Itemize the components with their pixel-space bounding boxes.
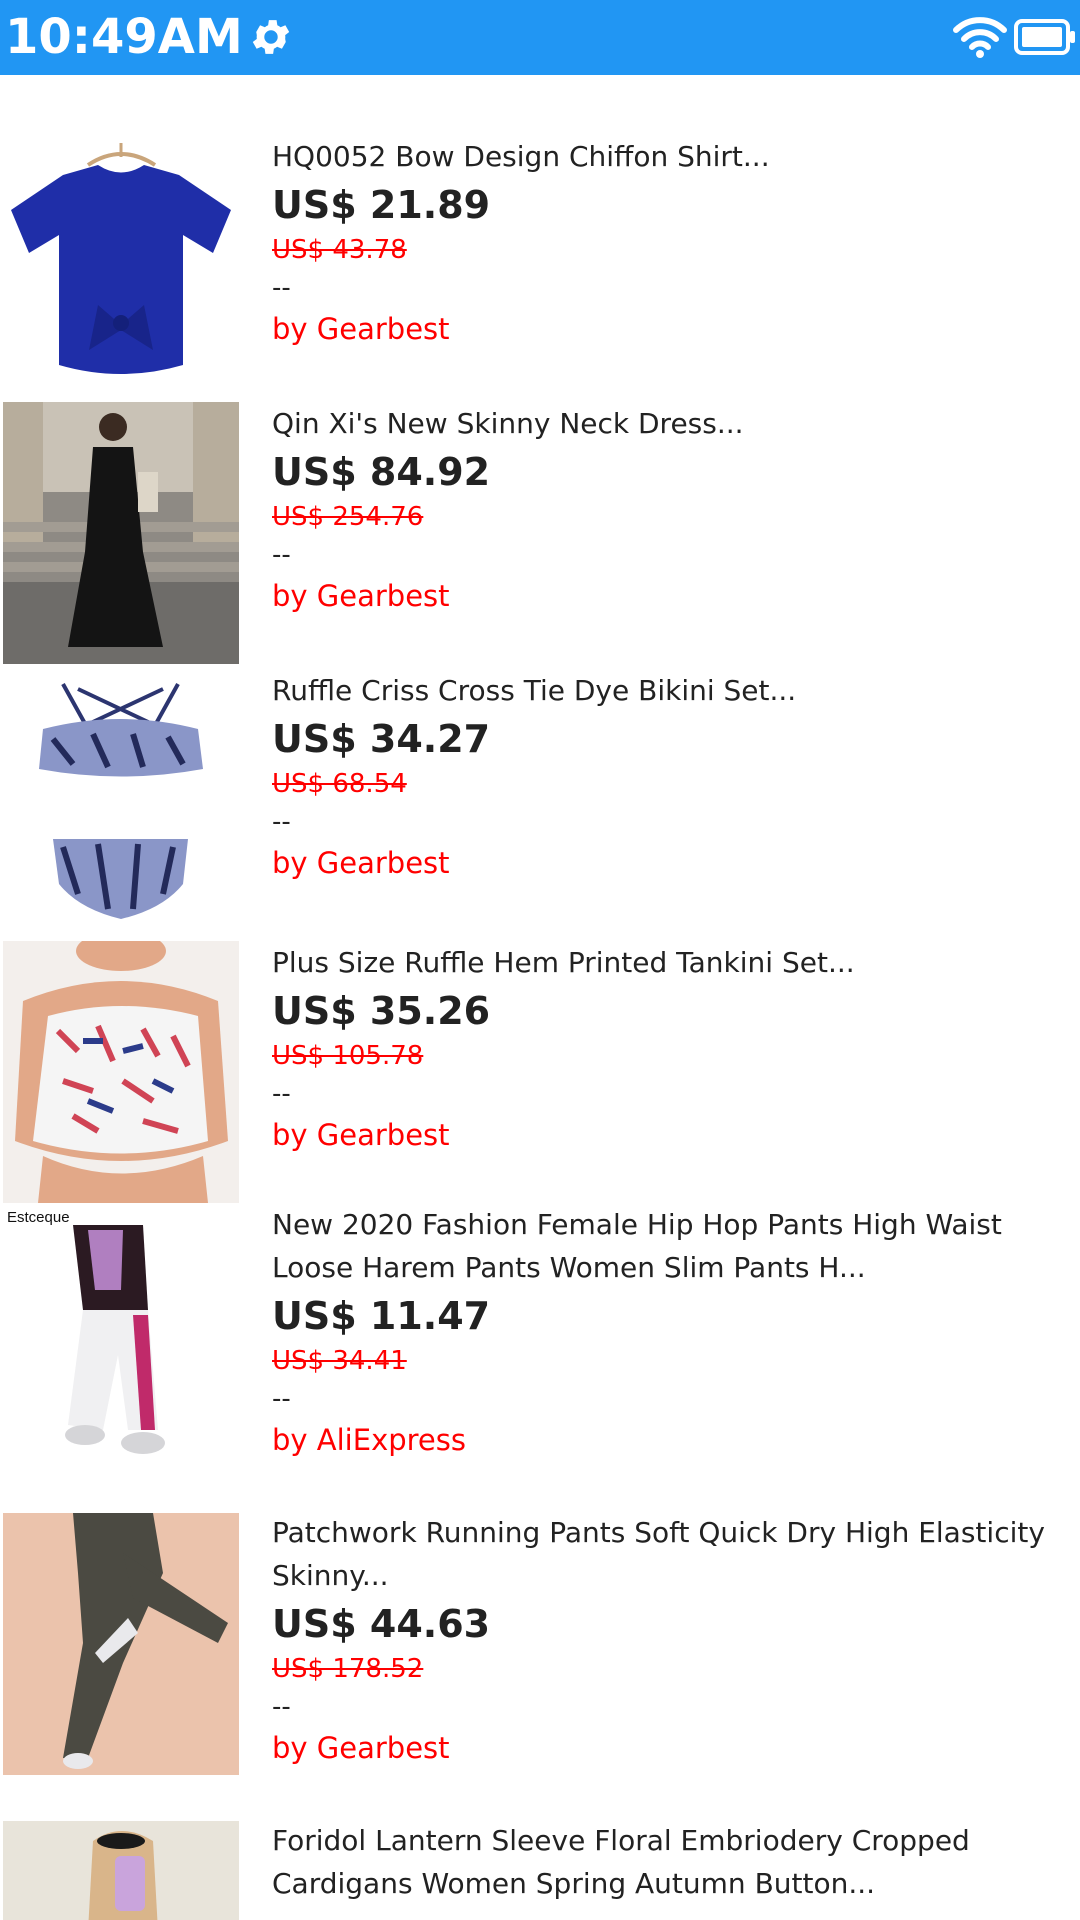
list-item[interactable]: Estceque New 2020 Fashion Female Hip Hop… xyxy=(0,1205,1080,1505)
list-item[interactable]: HQ0052 Bow Design Chiffon Shirt... US$ 2… xyxy=(0,135,1080,400)
product-info: New 2020 Fashion Female Hip Hop Pants Hi… xyxy=(272,1203,1072,1461)
product-list[interactable]: HQ0052 Bow Design Chiffon Shirt... US$ 2… xyxy=(0,75,1080,1920)
product-info: Ruffle Criss Cross Tie Dye Bikini Set...… xyxy=(272,669,1072,884)
product-info: HQ0052 Bow Design Chiffon Shirt... US$ 2… xyxy=(272,135,1072,350)
list-item[interactable]: Foridol Lantern Sleeve Floral Embriodery… xyxy=(0,1821,1080,1920)
product-title[interactable]: Plus Size Ruffle Hem Printed Tankini Set… xyxy=(272,941,1072,984)
product-old-price: US$ 105.78 xyxy=(272,1041,424,1071)
product-price: US$ 21.89 xyxy=(272,183,491,227)
product-price: US$ 35.26 xyxy=(272,989,491,1033)
tie-dye-bikini-image[interactable] xyxy=(3,669,239,931)
product-rating: -- xyxy=(272,1692,291,1722)
product-seller: by Gearbest xyxy=(272,579,450,613)
product-title[interactable]: Ruffle Criss Cross Tie Dye Bikini Set... xyxy=(272,669,1072,712)
floral-cardigan-image[interactable] xyxy=(3,1821,239,1920)
product-price: US$ 34.27 xyxy=(272,717,491,761)
product-seller: by Gearbest xyxy=(272,1118,450,1152)
battery-icon xyxy=(1014,19,1075,55)
list-item[interactable]: Patchwork Running Pants Soft Quick Dry H… xyxy=(0,1513,1080,1813)
product-seller: by Gearbest xyxy=(272,312,450,346)
product-price: US$ 44.63 xyxy=(272,1602,491,1646)
status-bar: 10:49AM xyxy=(0,0,1080,75)
product-old-price: US$ 68.54 xyxy=(272,769,407,799)
product-info: Patchwork Running Pants Soft Quick Dry H… xyxy=(272,1511,1072,1769)
blue-chiffon-shirt-image[interactable] xyxy=(3,135,239,397)
product-rating: -- xyxy=(272,540,291,570)
status-time: 10:49AM xyxy=(5,9,243,65)
list-item[interactable]: Qin Xi's New Skinny Neck Dress... US$ 84… xyxy=(0,402,1080,667)
printed-tankini-image[interactable] xyxy=(3,941,239,1203)
list-item[interactable]: Plus Size Ruffle Hem Printed Tankini Set… xyxy=(0,941,1080,1206)
product-rating: -- xyxy=(272,1384,291,1414)
product-rating: -- xyxy=(272,1079,291,1109)
product-old-price: US$ 254.76 xyxy=(272,502,424,532)
product-seller: by Gearbest xyxy=(272,1731,450,1765)
product-price: US$ 84.92 xyxy=(272,450,491,494)
product-title[interactable]: HQ0052 Bow Design Chiffon Shirt... xyxy=(272,135,1072,178)
product-title[interactable]: Patchwork Running Pants Soft Quick Dry H… xyxy=(272,1511,1072,1597)
product-old-price: US$ 43.78 xyxy=(272,235,407,265)
black-dress-model-image[interactable] xyxy=(3,402,239,664)
wifi-icon xyxy=(953,17,1007,58)
product-old-price: US$ 178.52 xyxy=(272,1654,424,1684)
running-pants-image[interactable] xyxy=(3,1513,239,1775)
product-title[interactable]: Foridol Lantern Sleeve Floral Embriodery… xyxy=(272,1819,1072,1905)
image-brand-text: Estceque xyxy=(7,1209,70,1226)
product-rating: -- xyxy=(272,273,291,303)
product-old-price: US$ 34.41 xyxy=(272,1346,407,1376)
hip-hop-pants-image[interactable]: Estceque xyxy=(3,1205,239,1467)
product-rating: -- xyxy=(272,807,291,837)
product-seller: by AliExpress xyxy=(272,1423,466,1457)
product-price: US$ 11.47 xyxy=(272,1294,491,1338)
gear-icon xyxy=(252,20,290,54)
list-item[interactable]: Ruffle Criss Cross Tie Dye Bikini Set...… xyxy=(0,669,1080,934)
product-title[interactable]: Qin Xi's New Skinny Neck Dress... xyxy=(272,402,1072,445)
product-title[interactable]: New 2020 Fashion Female Hip Hop Pants Hi… xyxy=(272,1203,1072,1289)
product-seller: by Gearbest xyxy=(272,846,450,880)
product-info: Plus Size Ruffle Hem Printed Tankini Set… xyxy=(272,941,1072,1156)
product-info: Foridol Lantern Sleeve Floral Embriodery… xyxy=(272,1819,1072,1905)
product-info: Qin Xi's New Skinny Neck Dress... US$ 84… xyxy=(272,402,1072,617)
